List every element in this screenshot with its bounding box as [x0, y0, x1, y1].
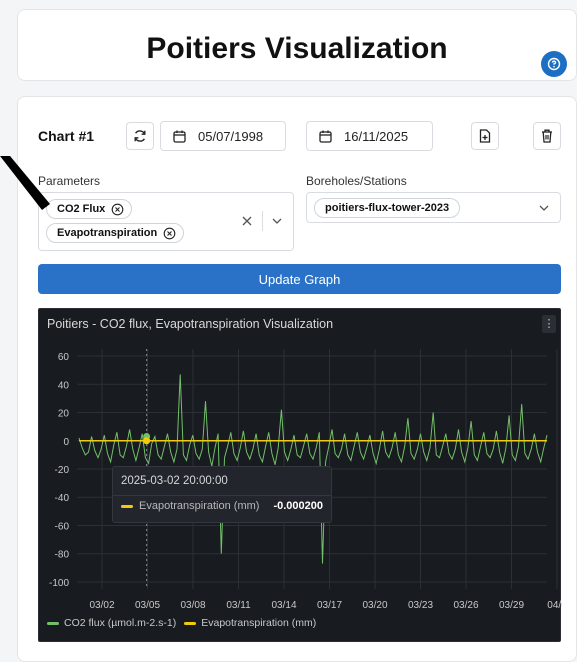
- chip-label: CO2 Flux: [57, 203, 106, 215]
- y-tick-label: -80: [55, 550, 70, 561]
- tooltip-swatch: [121, 505, 133, 508]
- chart-tooltip: 2025-03-02 20:00:00 Evapotranspiration (…: [112, 466, 332, 523]
- calendar-icon: [319, 130, 332, 143]
- chevron-down-icon[interactable]: [539, 205, 549, 211]
- y-tick-label: -60: [55, 521, 70, 532]
- tooltip-time: 2025-03-02 20:00:00: [121, 475, 228, 487]
- chart-legend: CO2 flux (µmol.m-2.s-1) Evapotranspirati…: [47, 617, 324, 629]
- clear-icon[interactable]: [242, 216, 252, 226]
- y-tick-label: -100: [49, 578, 69, 589]
- chip-label: poitiers-flux-tower-2023: [325, 202, 450, 214]
- x-tick-label: 03/14: [271, 600, 296, 609]
- legend-item-evap[interactable]: Evapotranspiration (mm): [184, 617, 316, 629]
- legend-swatch: [184, 621, 197, 625]
- chart-card: Chart #1 05/07/1998 16/11/2025 Parameter…: [17, 96, 577, 662]
- divider: [262, 211, 263, 231]
- y-tick-label: 60: [58, 352, 70, 363]
- x-tick-label: 03/29: [499, 600, 524, 609]
- x-tick-label: 03/17: [317, 600, 342, 609]
- y-tick-label: -40: [55, 493, 70, 504]
- calendar-icon: [173, 130, 186, 143]
- chip-label: Evapotranspiration: [57, 227, 158, 239]
- chevron-down-icon[interactable]: [272, 218, 282, 224]
- x-tick-label: 03/11: [226, 600, 251, 609]
- remove-chip-icon[interactable]: [163, 227, 176, 240]
- x-tick-label: 03/20: [362, 600, 387, 609]
- end-date-value: 16/11/2025: [344, 128, 409, 144]
- legend-label: CO2 flux (µmol.m-2.s-1): [64, 617, 177, 629]
- tooltip-value: -0.000200: [273, 500, 323, 512]
- hover-point-evap: [143, 437, 151, 445]
- tooltip-series: Evapotranspiration (mm): [139, 500, 260, 512]
- update-graph-button[interactable]: Update Graph: [38, 264, 561, 294]
- help-icon: [547, 57, 561, 71]
- y-tick-label: 20: [58, 409, 70, 420]
- refresh-button[interactable]: [126, 122, 154, 150]
- refresh-icon: [134, 130, 146, 142]
- x-tick-label: 03/02: [89, 600, 114, 609]
- legend-item-co2[interactable]: CO2 flux (µmol.m-2.s-1): [47, 617, 176, 629]
- stations-label: Boreholes/Stations: [306, 174, 407, 188]
- legend-label: Evapotranspiration (mm): [201, 617, 317, 629]
- x-tick-label: 03/26: [453, 600, 478, 609]
- y-tick-label: 0: [63, 437, 69, 448]
- station-chip: poitiers-flux-tower-2023: [314, 198, 461, 218]
- pointer-arrow: [0, 156, 50, 210]
- x-tick-label: 03/05: [135, 600, 160, 609]
- y-tick-label: 40: [58, 380, 70, 391]
- x-tick-label: 04/0: [547, 600, 562, 609]
- chart-panel: Poitiers - CO2 flux, Evapotranspiration …: [38, 308, 562, 642]
- x-tick-label: 03/23: [408, 600, 433, 609]
- start-date-value: 05/07/1998: [198, 128, 264, 144]
- page-title: Poitiers Visualization: [146, 32, 448, 65]
- parameters-select[interactable]: CO2 Flux Evapotranspiration: [38, 192, 294, 251]
- remove-chip-icon[interactable]: [111, 203, 124, 216]
- tooltip-divider: [113, 495, 331, 496]
- parameter-chip: Evapotranspiration: [46, 223, 185, 243]
- start-date-field[interactable]: 05/07/1998: [160, 121, 286, 151]
- stations-select[interactable]: poitiers-flux-tower-2023: [306, 192, 561, 223]
- file-export-icon: [479, 129, 491, 143]
- y-tick-label: -20: [55, 465, 70, 476]
- line-chart[interactable]: 60 40 20 0 -20 -40 -60 -80 -100 03/02 03/05 03/08 03…: [39, 309, 562, 609]
- end-date-field[interactable]: 16/11/2025: [306, 121, 433, 151]
- help-button[interactable]: [541, 51, 567, 77]
- chart-label: Chart #1: [38, 128, 95, 144]
- trash-icon: [542, 129, 552, 143]
- export-button[interactable]: [471, 122, 499, 150]
- x-tick-label: 03/08: [180, 600, 205, 609]
- delete-button[interactable]: [533, 122, 561, 150]
- legend-swatch: [47, 621, 59, 625]
- header-card: Poitiers Visualization: [17, 9, 577, 81]
